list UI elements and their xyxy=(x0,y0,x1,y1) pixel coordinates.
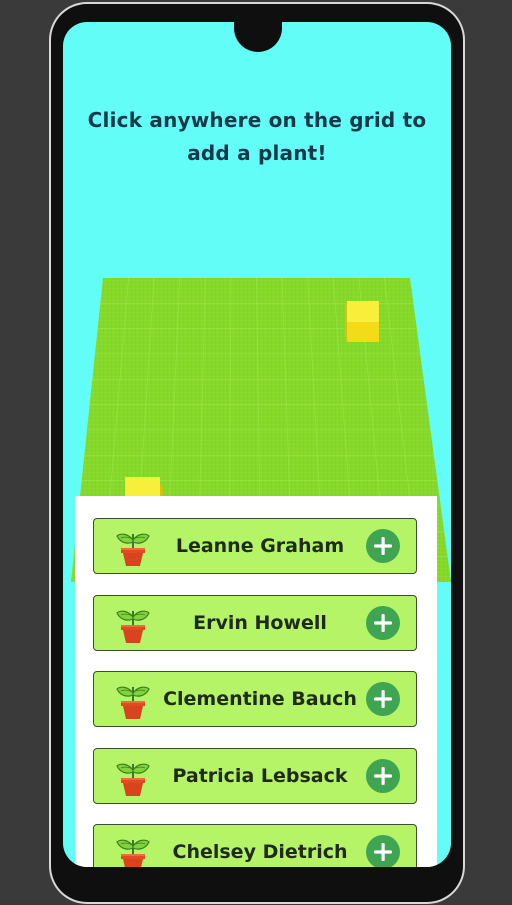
user-name: Patricia Lebsack xyxy=(172,764,348,787)
user-list: Leanne Graham Ervin Howell Clementine Ba… xyxy=(93,518,417,867)
user-card[interactable]: Patricia Lebsack xyxy=(93,747,417,804)
instruction-text: Click anywhere on the grid to add a plan… xyxy=(87,108,427,165)
add-plant-button[interactable] xyxy=(366,835,400,867)
user-panel: Leanne Graham Ervin Howell Clementine Ba… xyxy=(75,496,437,867)
plus-icon xyxy=(374,537,392,555)
user-card[interactable]: Ervin Howell xyxy=(93,594,417,651)
user-name: Clementine Bauch xyxy=(163,688,357,710)
plus-icon xyxy=(374,690,392,708)
plus-icon xyxy=(374,843,392,861)
user-name: Leanne Graham xyxy=(175,535,345,557)
add-plant-button[interactable] xyxy=(366,605,400,640)
plus-icon xyxy=(374,613,392,632)
user-name: Chelsey Dietrich xyxy=(172,841,348,863)
app-screen: Click anywhere on the grid to add a plan… xyxy=(63,22,451,867)
placed-block xyxy=(345,301,379,342)
add-plant-button[interactable] xyxy=(366,682,400,716)
plus-icon xyxy=(374,766,392,785)
user-card[interactable]: Clementine Bauch xyxy=(93,671,417,727)
user-card[interactable]: Leanne Graham xyxy=(93,518,417,574)
user-card[interactable]: Chelsey Dietrich xyxy=(93,824,417,867)
user-name: Ervin Howell xyxy=(193,611,327,634)
phone-frame: Click anywhere on the grid to add a plan… xyxy=(51,4,463,902)
add-plant-button[interactable] xyxy=(366,529,400,563)
add-plant-button[interactable] xyxy=(366,758,400,793)
